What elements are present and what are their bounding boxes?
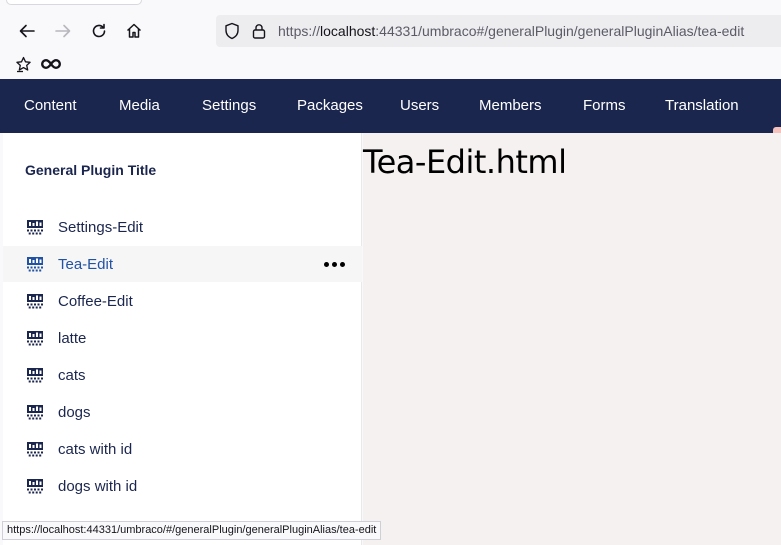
tree-item[interactable]: dogs: [3, 394, 362, 430]
section-packages[interactable]: Packages: [297, 79, 363, 133]
url-text[interactable]: https://localhost:44331/umbraco#/general…: [278, 23, 744, 39]
tree-item[interactable]: Settings-Edit: [3, 209, 362, 245]
chart-list-icon: [26, 441, 44, 457]
browser-toolbar: https://localhost:44331/umbraco#/general…: [0, 0, 781, 79]
url-path: :44331/umbraco#/generalPlugin/generalPlu…: [375, 23, 745, 39]
section-translation[interactable]: Translation: [665, 79, 739, 133]
chart-list-icon: [26, 330, 44, 346]
tree-item-label: cats: [58, 367, 86, 384]
tree-item-label: latte: [58, 330, 87, 347]
reload-icon[interactable]: [87, 19, 111, 43]
url-bar[interactable]: https://localhost:44331/umbraco#/general…: [216, 15, 781, 47]
chart-list-icon: [26, 256, 44, 272]
tree-item-label: Tea-Edit: [58, 256, 114, 273]
section-nav: Content Media Settings Packages Users Me…: [0, 79, 781, 133]
section-content[interactable]: Content: [24, 79, 77, 133]
tree-item[interactable]: dogs with id: [3, 468, 362, 504]
more-actions-icon[interactable]: [322, 254, 346, 274]
tree-item[interactable]: latte: [3, 320, 362, 356]
tree-item-label: Coffee-Edit: [58, 293, 133, 310]
home-icon[interactable]: [122, 19, 146, 43]
section-media[interactable]: Media: [119, 79, 160, 133]
forward-icon[interactable]: [51, 19, 75, 43]
section-settings[interactable]: Settings: [202, 79, 256, 133]
tree-item-label: dogs with id: [58, 478, 138, 495]
section-members[interactable]: Members: [479, 79, 542, 133]
tree-title: General Plugin Title: [25, 162, 157, 178]
tree-item[interactable]: Tea-Edit: [3, 246, 362, 282]
page-heading: Tea-Edit.html: [363, 143, 567, 181]
browser-tab[interactable]: [6, 0, 142, 5]
shield-icon[interactable]: [223, 22, 241, 40]
bookmark-star-icon[interactable]: [13, 54, 33, 74]
url-prefix: https://: [278, 23, 321, 39]
chart-list-icon: [26, 404, 44, 420]
tree-item-label: Settings-Edit: [58, 219, 144, 236]
lock-icon[interactable]: [250, 22, 268, 40]
section-forms[interactable]: Forms: [583, 79, 626, 133]
chart-list-icon: [26, 478, 44, 494]
tree-item[interactable]: cats: [3, 357, 362, 393]
section-users[interactable]: Users: [400, 79, 439, 133]
tree-item[interactable]: Coffee-Edit: [3, 283, 362, 319]
tree-panel: General Plugin Title Settings-Edit Tea-Ed…: [3, 133, 362, 545]
chart-list-icon: [26, 367, 44, 383]
url-host: localhost: [320, 23, 376, 39]
back-icon[interactable]: [15, 19, 39, 43]
status-bar-url: https://localhost:44331/umbraco/#/genera…: [2, 521, 382, 540]
tree-item-label: dogs: [58, 404, 91, 421]
infinity-icon[interactable]: [41, 54, 61, 74]
chart-list-icon: [26, 293, 44, 309]
tree-item-label: cats with id: [58, 441, 133, 458]
main-content: Tea-Edit.html: [363, 133, 781, 545]
chart-list-icon: [26, 219, 44, 235]
tree-item[interactable]: cats with id: [3, 431, 362, 467]
